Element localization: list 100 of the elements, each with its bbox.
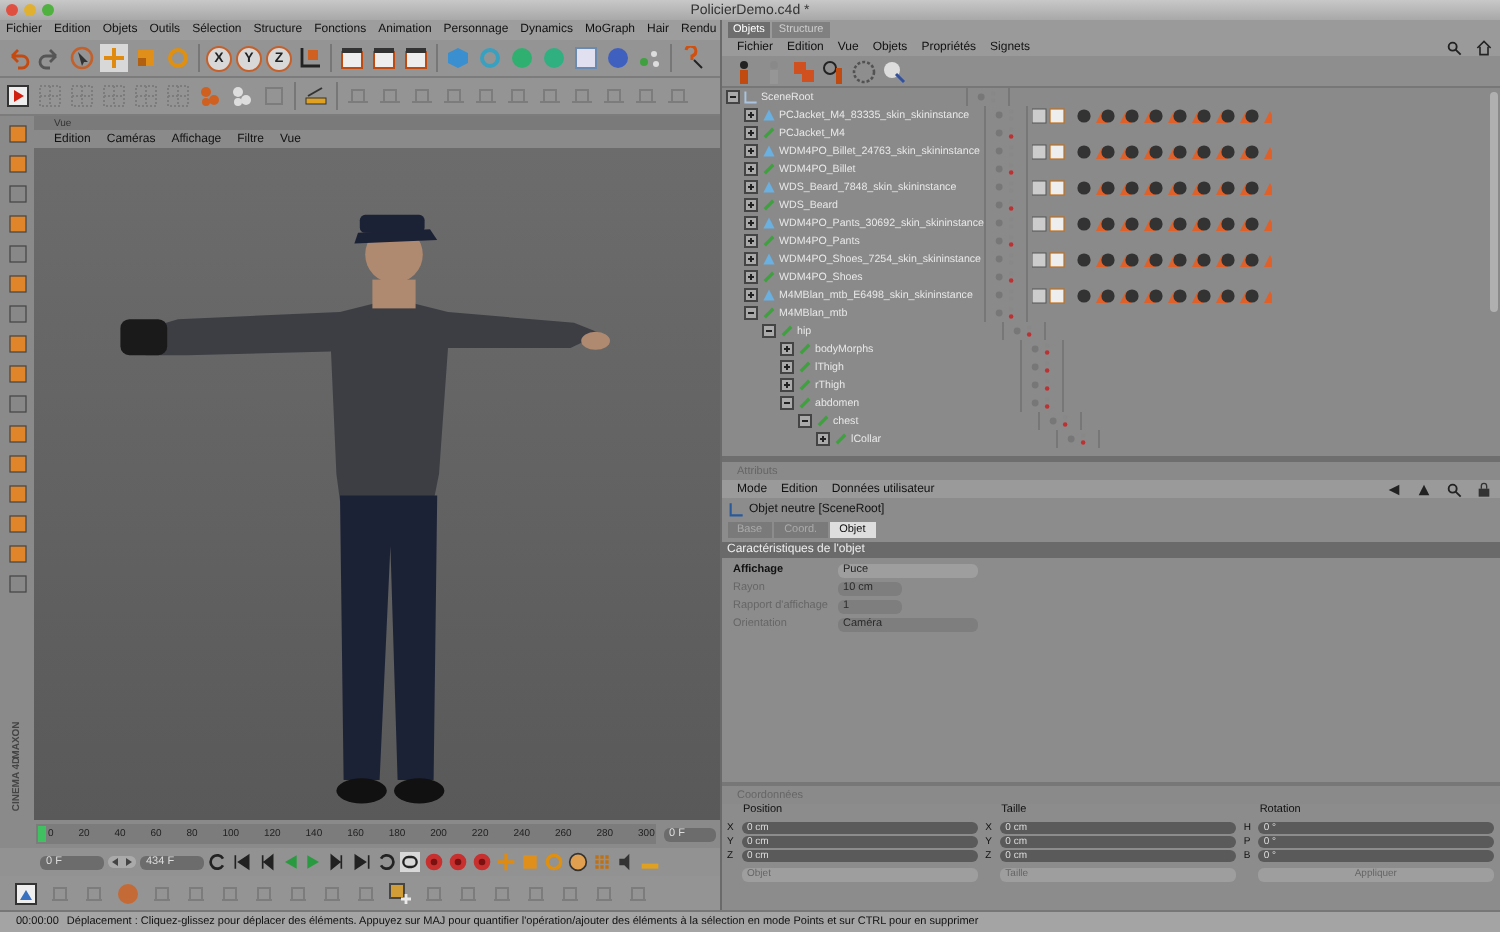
rotate-icon[interactable] [164, 44, 192, 72]
null-object-icon [727, 502, 744, 518]
lock-icon[interactable] [1476, 481, 1492, 497]
close-button[interactable] [6, 4, 18, 16]
mode-icon[interactable] [5, 332, 29, 356]
step-back-icon[interactable] [256, 852, 276, 872]
molecule-icon[interactable] [228, 82, 256, 110]
pointer-icon[interactable] [68, 44, 96, 72]
scale-icon[interactable] [520, 852, 540, 872]
zoom-button[interactable] [42, 4, 54, 16]
mode-icon[interactable] [5, 182, 29, 206]
material-tags-drawing[interactable] [1031, 251, 1272, 267]
mode-icon[interactable] [5, 122, 29, 146]
visibility-dots-icon[interactable] [993, 306, 1018, 320]
triangle-icon [761, 252, 776, 266]
visibility-dots-icon[interactable] [1029, 360, 1054, 374]
expand-toggle[interactable] [743, 108, 758, 122]
record-key-icon[interactable] [424, 852, 444, 872]
expand-toggle[interactable] [743, 216, 758, 230]
minimize-button[interactable] [24, 4, 36, 16]
refresh-icon[interactable] [208, 852, 228, 872]
mode-icon[interactable] [5, 362, 29, 386]
home-icon[interactable] [1476, 39, 1492, 55]
visibility-dots-icon[interactable] [993, 162, 1018, 176]
search-icon[interactable] [1446, 481, 1462, 497]
scale-icon[interactable] [132, 44, 160, 72]
visibility-dots-icon[interactable] [1047, 414, 1072, 428]
double-arrow-icon[interactable] [108, 856, 136, 868]
record-key-icon[interactable] [448, 852, 468, 872]
expand-toggle[interactable] [743, 306, 758, 320]
material-tags-drawing[interactable] [1031, 287, 1272, 303]
step-forward-icon[interactable] [328, 852, 348, 872]
expand-toggle[interactable] [815, 432, 830, 446]
mode-icon[interactable] [5, 482, 29, 506]
render-view-icon[interactable] [4, 82, 32, 110]
mode-icon[interactable] [5, 572, 29, 596]
mode-icon[interactable] [5, 272, 29, 296]
triangle-icon [761, 180, 776, 194]
material-tags-drawing[interactable] [1031, 143, 1272, 159]
material-tags-drawing[interactable] [1031, 215, 1272, 231]
bone-icon [761, 270, 776, 284]
clapperboard-icon[interactable] [370, 44, 398, 72]
visibility-dots-icon[interactable] [1065, 432, 1090, 446]
expand-toggle[interactable] [779, 342, 794, 356]
material-tags-drawing[interactable] [1031, 179, 1272, 195]
dashed-circle-icon[interactable] [849, 57, 878, 85]
visibility-dots-icon[interactable] [993, 198, 1018, 212]
dots-grid-icon[interactable] [592, 852, 612, 872]
back-arrow-icon[interactable] [1386, 481, 1402, 497]
mode-icon[interactable] [5, 212, 29, 236]
playhead-handle[interactable] [38, 826, 46, 842]
expand-toggle[interactable] [743, 144, 758, 158]
visibility-dots-icon[interactable] [1029, 378, 1054, 392]
expand-toggle[interactable] [743, 270, 758, 284]
move-icon[interactable] [100, 44, 128, 72]
up-arrow-icon[interactable] [1416, 481, 1432, 497]
mode-icon[interactable] [5, 302, 29, 326]
go-to-end-icon[interactable] [352, 852, 372, 872]
magnifier-person-icon[interactable] [819, 57, 848, 85]
expand-toggle[interactable] [743, 162, 758, 176]
visibility-dots-icon[interactable] [993, 126, 1018, 140]
mode-icon[interactable] [5, 242, 29, 266]
expand-toggle[interactable] [779, 360, 794, 374]
expand-toggle[interactable] [743, 234, 758, 248]
expand-toggle[interactable] [779, 378, 794, 392]
expand-toggle[interactable] [725, 90, 740, 104]
visibility-dots-icon[interactable] [1029, 342, 1054, 356]
cube-icon[interactable] [444, 44, 472, 72]
go-to-start-icon[interactable] [232, 852, 252, 872]
visibility-dots-icon[interactable] [993, 234, 1018, 248]
texture-icon[interactable] [12, 879, 40, 907]
material-tags-drawing[interactable] [1031, 107, 1272, 123]
add-layer-icon[interactable] [386, 879, 414, 907]
clapperboard-icon[interactable] [338, 44, 366, 72]
loop-icon[interactable] [376, 852, 396, 872]
record-key-icon[interactable] [472, 852, 492, 872]
expand-toggle[interactable] [743, 126, 758, 140]
expand-toggle[interactable] [743, 288, 758, 302]
mode-icon[interactable] [5, 542, 29, 566]
search-icon[interactable] [1446, 39, 1462, 55]
sphere-icon[interactable] [508, 44, 536, 72]
expand-toggle[interactable] [779, 396, 794, 410]
visibility-dots-icon[interactable] [993, 270, 1018, 284]
molecule-icon[interactable] [196, 82, 224, 110]
expand-toggle[interactable] [761, 324, 776, 338]
expand-toggle[interactable] [743, 180, 758, 194]
visibility-dots-icon[interactable] [1029, 396, 1054, 410]
mode-icon[interactable] [5, 152, 29, 176]
expand-toggle[interactable] [743, 252, 758, 266]
mode-icon[interactable] [5, 512, 29, 536]
visibility-dots-icon[interactable] [1011, 324, 1036, 338]
expand-toggle[interactable] [797, 414, 812, 428]
mode-icon[interactable] [5, 422, 29, 446]
clapperboard-icon[interactable] [402, 44, 430, 72]
expand-toggle[interactable] [743, 198, 758, 212]
frame-icon[interactable] [260, 82, 288, 110]
loop-mode-icon[interactable] [400, 852, 420, 872]
mode-icon[interactable] [5, 392, 29, 416]
coordinate-system-icon[interactable] [296, 44, 324, 72]
mode-icon[interactable] [5, 452, 29, 476]
